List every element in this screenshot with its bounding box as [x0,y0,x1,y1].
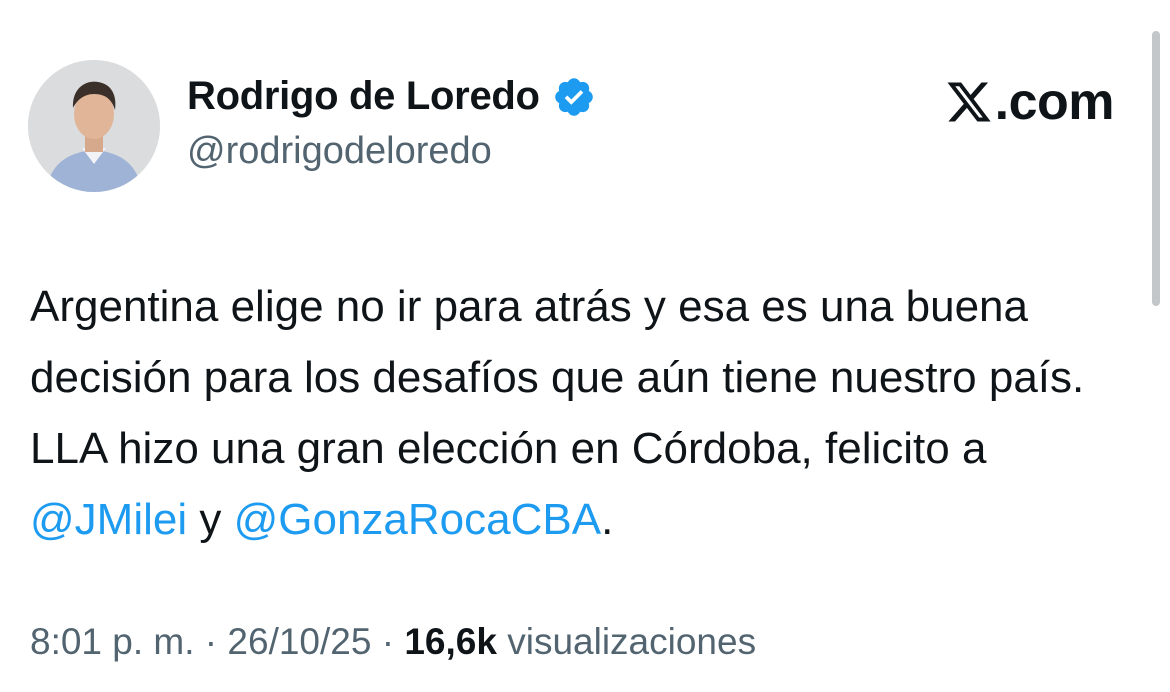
tweet-text-part: y [187,495,234,544]
verified-badge-icon [552,75,596,119]
author-name-row: Rodrigo de Loredo [187,74,596,119]
views-label: visualizaciones [496,621,757,662]
author-avatar[interactable] [28,60,160,192]
tweet-date[interactable]: 26/10/25 [227,621,371,662]
mention-gonzarocacba-link[interactable]: @GonzaRocaCBA [234,495,602,544]
brand-domain-text: .com [994,73,1115,131]
x-logo-icon [945,78,993,126]
x-brand: .com [945,72,1115,132]
tweet-meta: 8:01 p. m. · 26/10/25 · 16,6k visualizac… [30,621,756,663]
mention-jmilei-link[interactable]: @JMilei [30,495,187,544]
scrollbar[interactable] [1152,31,1160,306]
tweet-text-part: Argentina elige no ir para atrás y esa e… [30,282,1085,473]
tweet-time[interactable]: 8:01 p. m. [30,621,195,662]
author-name[interactable]: Rodrigo de Loredo [187,74,540,119]
author-handle[interactable]: @rodrigodeloredo [187,130,492,173]
meta-separator: · [194,621,228,662]
tweet-text: Argentina elige no ir para atrás y esa e… [30,271,1120,555]
views-count: 16,6k [404,621,497,662]
meta-separator: · [371,621,405,662]
tweet-text-part: . [601,495,614,544]
